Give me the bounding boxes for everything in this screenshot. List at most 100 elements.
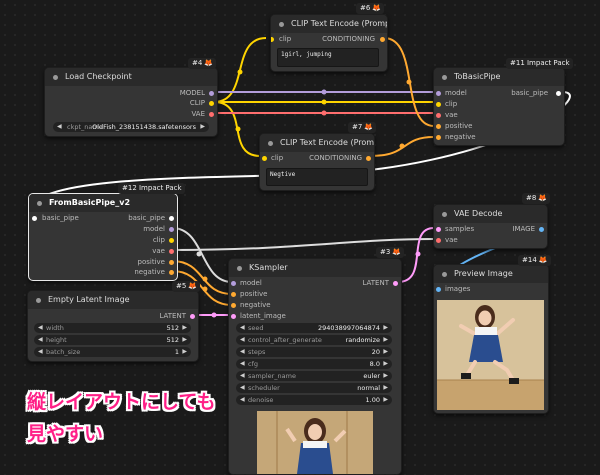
preview-image-node[interactable]: Preview Image images [433, 264, 549, 414]
negative-output-slot[interactable] [169, 270, 174, 275]
decrement-icon[interactable]: ◀ [240, 323, 245, 333]
latent-output-slot[interactable] [190, 314, 195, 319]
decrement-icon[interactable]: ◀ [38, 347, 43, 357]
vae-output-slot[interactable] [209, 112, 214, 117]
combo-right-arrow-icon[interactable]: ▶ [200, 122, 205, 132]
load-checkpoint-node[interactable]: Load Checkpoint MODEL CLIP VAE ◀ ckpt_na… [44, 67, 218, 137]
node-badge-7: #7 🦊 [348, 122, 377, 133]
node-title[interactable]: CLIP Text Encode (Prompt) [271, 15, 387, 33]
node-title[interactable]: VAE Decode [434, 205, 547, 223]
basic-pipe-output-slot[interactable] [169, 216, 174, 221]
decrement-icon[interactable]: ◀ [38, 323, 43, 333]
wire-clip-to-neg [213, 101, 261, 157]
node-title[interactable]: ToBasicPipe [434, 68, 564, 86]
vae-decode-node[interactable]: VAE Decode samples vae IMAGE [433, 204, 548, 249]
ksampler-node[interactable]: KSampler model positive negative latent_… [228, 258, 402, 475]
widget-label: width [46, 324, 64, 332]
scheduler-widget[interactable]: ◀ scheduler normal ▶ [236, 383, 392, 393]
decrement-icon[interactable]: ◀ [240, 371, 245, 381]
height-widget[interactable]: ◀ height 512 ▶ [34, 335, 191, 345]
combo-left-arrow-icon[interactable]: ◀ [57, 122, 62, 132]
clip-input-slot[interactable] [262, 156, 267, 161]
decrement-icon[interactable]: ◀ [240, 347, 245, 357]
clip-input-slot[interactable] [271, 37, 274, 42]
increment-icon[interactable]: ▶ [383, 383, 388, 393]
wire-model-ks [171, 227, 233, 283]
node-title[interactable]: KSampler [229, 259, 401, 277]
increment-icon[interactable]: ▶ [182, 335, 187, 345]
image-output-slot[interactable] [539, 227, 544, 232]
cfg-widget[interactable]: ◀ cfg 8.0 ▶ [236, 359, 392, 369]
increment-icon[interactable]: ▶ [182, 347, 187, 357]
ckpt-name-combo[interactable]: ◀ ckpt_name OldFish_238151438.safetensor… [53, 122, 209, 132]
decrement-icon[interactable]: ◀ [240, 383, 245, 393]
decrement-icon[interactable]: ◀ [38, 335, 43, 345]
vae-input-slot[interactable] [436, 113, 441, 118]
node-title[interactable]: Preview Image [434, 265, 548, 283]
vae-output-slot[interactable] [169, 249, 174, 254]
model-output-slot[interactable] [209, 91, 214, 96]
sampler-name-widget[interactable]: ◀ sampler_name euler ▶ [236, 371, 392, 381]
model-input-slot[interactable] [231, 281, 236, 286]
widget-label: sampler_name [248, 372, 296, 380]
latent-output-slot[interactable] [393, 281, 398, 286]
increment-icon[interactable]: ▶ [182, 323, 187, 333]
node-title[interactable]: Load Checkpoint [45, 68, 217, 86]
to-basic-pipe-node[interactable]: ToBasicPipe basic_pipe model clip vae po… [433, 67, 565, 146]
samples-input-slot[interactable] [436, 227, 441, 232]
seed-widget[interactable]: ◀ seed 294038997064874 ▶ [236, 323, 392, 333]
batch-size-widget[interactable]: ◀ batch_size 1 ▶ [34, 347, 191, 357]
node-title[interactable]: Empty Latent Image [28, 291, 198, 309]
clip-input-slot[interactable] [436, 102, 441, 107]
prompt-textarea[interactable]: Negtive [266, 168, 368, 186]
control-after-generate-widget[interactable]: ◀ control_after_generate randomize ▶ [236, 335, 392, 345]
positive-input-slot[interactable] [231, 292, 236, 297]
model-output-label: model [143, 225, 165, 233]
widget-label: height [46, 336, 67, 344]
widget-label: control_after_generate [248, 336, 322, 344]
decrement-icon[interactable]: ◀ [240, 335, 245, 345]
negative-input-slot[interactable] [231, 303, 236, 308]
increment-icon[interactable]: ▶ [383, 359, 388, 369]
positive-output-slot[interactable] [169, 260, 174, 265]
decrement-icon[interactable]: ◀ [240, 359, 245, 369]
conditioning-output-slot[interactable] [380, 37, 385, 42]
caption-line-2: 見やすい [27, 423, 104, 445]
basic-pipe-input-label: basic_pipe [42, 214, 79, 222]
vae-input-slot[interactable] [436, 238, 441, 243]
width-widget[interactable]: ◀ width 512 ▶ [34, 323, 191, 333]
model-input-slot[interactable] [436, 91, 441, 96]
latent-image-input-slot[interactable] [231, 314, 236, 319]
basic-pipe-input-slot[interactable] [32, 216, 37, 221]
ksampler-preview-image [257, 411, 373, 474]
positive-input-slot[interactable] [436, 124, 441, 129]
steps-widget[interactable]: ◀ steps 20 ▶ [236, 347, 392, 357]
vae-output-label: VAE [191, 110, 205, 118]
node-badge-12: #12 Impact Pack [118, 183, 185, 194]
clip-text-encode-negative-node[interactable]: CLIP Text Encode (Prompt) clip CONDITION… [259, 133, 375, 191]
increment-icon[interactable]: ▶ [383, 371, 388, 381]
images-input-label: images [445, 285, 471, 293]
prompt-textarea[interactable]: 1girl, jumping [277, 48, 379, 67]
empty-latent-image-node[interactable]: Empty Latent Image LATENT ◀ width 512 ▶ ◀ he… [27, 290, 199, 362]
basic-pipe-output-slot[interactable] [556, 91, 561, 96]
positive-input-label: positive [445, 122, 473, 130]
node-title[interactable]: CLIP Text Encode (Prompt) [260, 134, 374, 152]
clip-output-slot[interactable] [209, 101, 214, 106]
increment-icon[interactable]: ▶ [383, 347, 388, 357]
clip-output-label: clip [152, 236, 165, 244]
increment-icon[interactable]: ▶ [383, 323, 388, 333]
images-input-slot[interactable] [436, 287, 441, 292]
conditioning-output-slot[interactable] [366, 156, 371, 161]
from-basic-pipe-node[interactable]: FromBasicPipe_v2 basic_pipe basic_pipe m… [28, 193, 178, 281]
model-output-slot[interactable] [169, 227, 174, 232]
increment-icon[interactable]: ▶ [383, 395, 388, 405]
clip-output-slot[interactable] [169, 238, 174, 243]
decrement-icon[interactable]: ◀ [240, 395, 245, 405]
increment-icon[interactable]: ▶ [383, 335, 388, 345]
clip-text-encode-positive-node[interactable]: CLIP Text Encode (Prompt) clip CONDITION… [270, 14, 388, 72]
node-title[interactable]: FromBasicPipe_v2 [29, 194, 177, 212]
widget-value: euler [363, 372, 380, 380]
denoise-widget[interactable]: ◀ denoise 1.00 ▶ [236, 395, 392, 405]
negative-input-slot[interactable] [436, 135, 441, 140]
